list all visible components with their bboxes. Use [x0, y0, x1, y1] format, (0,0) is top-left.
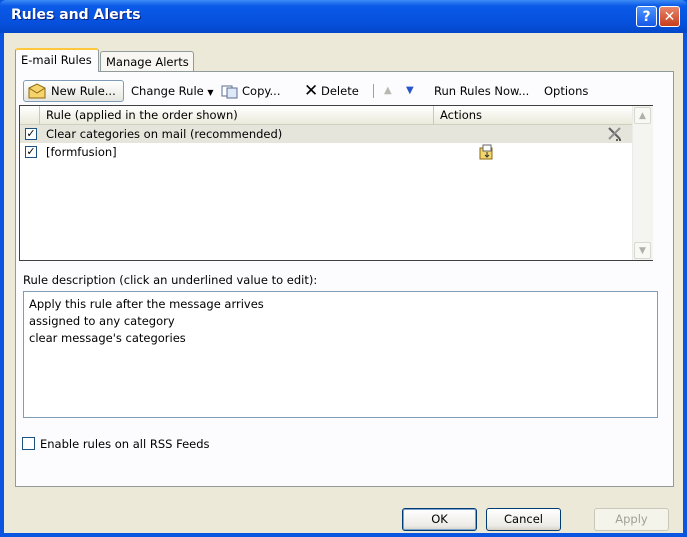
arrow-up-icon: ▲ [384, 85, 392, 96]
column-header-rule[interactable]: Rule (applied in the order shown) [40, 106, 434, 124]
description-line: assigned to any category [29, 314, 175, 328]
change-rule-label: Change Rule [131, 84, 204, 98]
ok-button[interactable]: OK [402, 508, 477, 531]
tab-email-rules[interactable]: E-mail Rules [15, 48, 99, 72]
rules-and-alerts-window: Rules and Alerts ? ✕ E-mail Rules Manage… [0, 0, 687, 537]
window-title: Rules and Alerts [11, 7, 141, 23]
rules-list-scrollbar[interactable]: ▲ ▼ [632, 106, 653, 260]
cancel-button[interactable]: Cancel [486, 508, 561, 531]
options-label: Options [544, 84, 589, 98]
rss-feeds-checkbox[interactable] [22, 437, 35, 450]
rule-name: [formfusion] [46, 145, 117, 159]
options-button[interactable]: Options [544, 80, 588, 102]
run-rules-now-label: Run Rules Now... [434, 84, 530, 98]
email-rules-panel: New Rule... Change Rule ▼ Copy... ✕ Dele… [15, 71, 674, 487]
rule-description-label: Rule description (click an underlined va… [23, 273, 318, 287]
scroll-up-button[interactable]: ▲ [634, 107, 651, 124]
scroll-down-icon: ▼ [639, 246, 646, 256]
new-rule-label: New Rule... [51, 84, 116, 98]
column-header-actions[interactable]: Actions [434, 106, 632, 124]
delete-button[interactable]: ✕ Delete [304, 80, 359, 102]
delete-x-icon: ✕ [304, 81, 319, 101]
toolbar-separator [373, 84, 374, 98]
dropdown-arrow-icon: ▼ [207, 88, 214, 97]
rule-name: Clear categories on mail (recommended) [46, 127, 283, 141]
help-button[interactable]: ? [636, 6, 657, 27]
ok-button-label: OK [431, 512, 448, 526]
rule-row[interactable]: ✓ Clear categories on mail (recommended) [20, 125, 632, 143]
delete-label: Delete [321, 84, 359, 98]
scroll-up-icon: ▲ [639, 111, 646, 121]
copy-label: Copy... [242, 84, 281, 98]
apply-button[interactable]: Apply [594, 508, 669, 531]
new-rule-icon [28, 83, 46, 105]
description-line: Apply this rule after the message arrive… [29, 297, 264, 311]
rule-description-box[interactable]: Apply this rule after the message arrive… [23, 291, 658, 418]
run-rules-now-button[interactable]: Run Rules Now... [434, 80, 529, 102]
cancel-button-label: Cancel [504, 512, 543, 526]
question-mark-icon: ? [642, 9, 651, 25]
close-icon: ✕ [663, 9, 676, 25]
description-line: clear message's categories [29, 331, 186, 345]
move-down-button[interactable]: ▼ [406, 80, 414, 102]
new-rule-button[interactable]: New Rule... [23, 80, 124, 102]
dialog-client-area: E-mail Rules Manage Alerts New Rule... C… [4, 33, 683, 533]
rules-list[interactable]: Rule (applied in the order shown) Action… [19, 105, 653, 261]
column-header-rule-label: Rule (applied in the order shown) [46, 108, 238, 122]
rules-list-header: Rule (applied in the order shown) Action… [20, 106, 632, 125]
rule-row[interactable]: ✓ [formfusion] [20, 143, 632, 161]
close-button[interactable]: ✕ [659, 6, 680, 27]
tab-email-rules-label: E-mail Rules [21, 53, 92, 67]
copy-button[interactable]: Copy... [221, 80, 281, 102]
apply-button-label: Apply [615, 512, 648, 526]
tab-manage-alerts[interactable]: Manage Alerts [100, 51, 194, 72]
arrow-down-icon: ▼ [406, 85, 414, 96]
title-bar[interactable]: Rules and Alerts ? ✕ [0, 0, 687, 33]
rule-checkbox[interactable]: ✓ [25, 128, 37, 140]
tab-manage-alerts-label: Manage Alerts [106, 55, 189, 69]
rss-feeds-label: Enable rules on all RSS Feeds [40, 437, 210, 451]
move-up-button[interactable]: ▲ [384, 80, 392, 102]
column-header-actions-label: Actions [440, 108, 483, 122]
rule-checkbox[interactable]: ✓ [25, 146, 37, 158]
scroll-down-button[interactable]: ▼ [634, 242, 651, 259]
checkbox-column-header[interactable] [20, 106, 40, 124]
rules-toolbar: New Rule... Change Rule ▼ Copy... ✕ Dele… [23, 80, 663, 102]
change-rule-button[interactable]: Change Rule ▼ [131, 80, 214, 102]
copy-icon [221, 84, 239, 106]
move-to-folder-icon [478, 143, 496, 166]
